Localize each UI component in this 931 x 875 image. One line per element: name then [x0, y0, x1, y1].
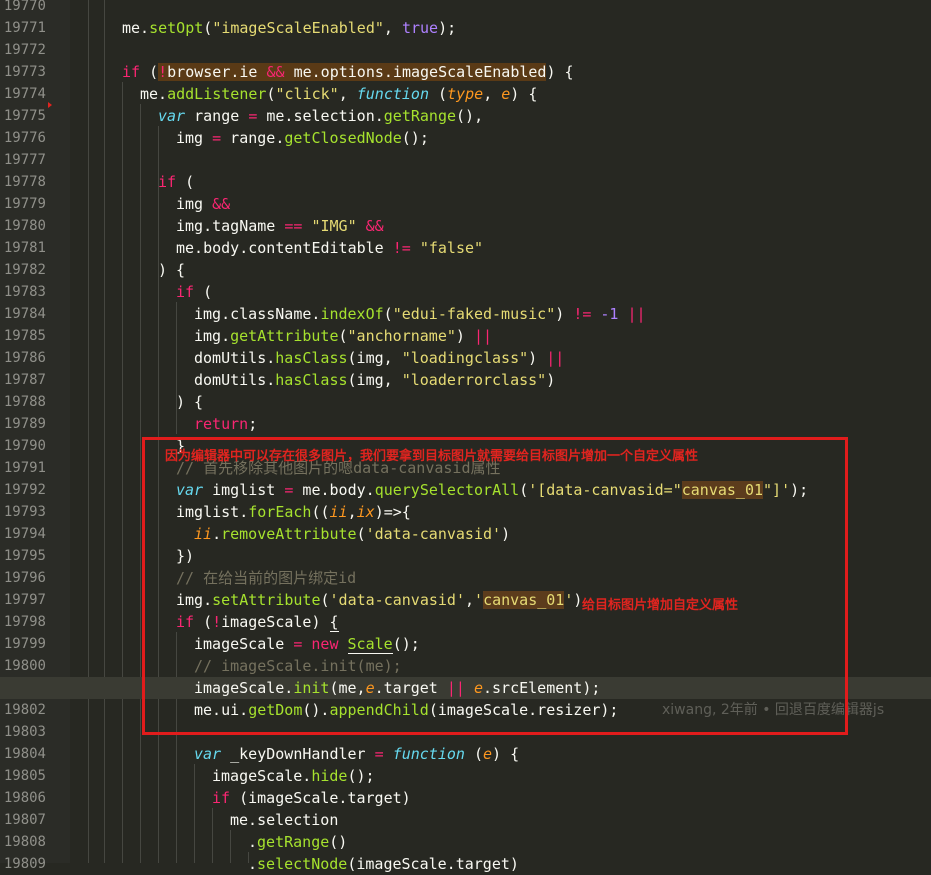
code-line[interactable]: .selectNode(imageScale.target) — [0, 853, 931, 875]
code-line[interactable]: imageScale.hide(); — [0, 765, 931, 787]
code-line[interactable]: domUtils.hasClass(img, "loadingclass") |… — [0, 347, 931, 369]
line-number: 19772 — [3, 42, 46, 58]
code-line[interactable]: img.className.indexOf("edui-faked-music"… — [0, 303, 931, 325]
code-line[interactable]: if (!imageScale) { — [0, 611, 931, 633]
annotation-note: 因为编辑器中可以存在很多图片，我们要拿到目标图片就需要给目标图片增加一个自定义属… — [165, 449, 699, 464]
code-line[interactable]: if (imageScale.target) — [0, 787, 931, 809]
code-line[interactable]: img.getAttribute("anchorname") || — [0, 325, 931, 347]
code-line[interactable]: return; — [0, 413, 931, 435]
annotation-side-note: 给目标图片增加自定义属性 — [582, 598, 739, 613]
code-line[interactable]: img = range.getClosedNode(); — [0, 127, 931, 149]
code-line[interactable]: img.setAttribute('data-canvasid','canvas… — [0, 589, 931, 611]
code-line[interactable]: me.selection — [0, 809, 931, 831]
code-line[interactable]: var _keyDownHandler = function (e) { — [0, 743, 931, 765]
code-line[interactable]: if (!browser.ie && me.options.imageScale… — [0, 61, 931, 83]
code-line[interactable]: if ( — [0, 171, 931, 193]
code-line[interactable]: }) — [0, 545, 931, 567]
code-line[interactable]: me.body.contentEditable != "false" — [0, 237, 931, 259]
code-line[interactable]: ) { — [0, 259, 931, 281]
git-blame-annotation: xiwang, 2年前 • 回退百度编辑器js — [662, 702, 885, 718]
code-line[interactable]: // 在给当前的图片绑定id — [0, 567, 931, 589]
code-line[interactable]: img && — [0, 193, 931, 215]
code-line[interactable]: ) { — [0, 391, 931, 413]
code-line[interactable]: img.tagName == "IMG" && — [0, 215, 931, 237]
code-line[interactable]: if ( — [0, 281, 931, 303]
code-line[interactable]: domUtils.hasClass(img, "loaderrorclass") — [0, 369, 931, 391]
code-line[interactable]: me.setOpt("imageScaleEnabled", true); — [0, 17, 931, 39]
line-number: 19770 — [3, 0, 46, 14]
code-line[interactable]: var imglist = me.body.querySelectorAll('… — [0, 479, 931, 501]
code-line[interactable]: me.addListener("click", function (type, … — [0, 83, 931, 105]
code-line[interactable]: var range = me.selection.getRange(), — [0, 105, 931, 127]
line-number: 19803 — [3, 724, 46, 740]
line-number: 19777 — [3, 152, 46, 168]
code-line[interactable]: .getRange() — [0, 831, 931, 853]
code-line-current[interactable]: imageScale.init(me,e.target || e.srcElem… — [0, 677, 931, 699]
code-line[interactable]: imageScale = new Scale(); — [0, 633, 931, 655]
code-line[interactable]: ii.removeAttribute('data-canvasid') — [0, 523, 931, 545]
code-line[interactable]: // imageScale.init(me); — [0, 655, 931, 677]
code-line[interactable]: imglist.forEach((ii,ix)=>{ — [0, 501, 931, 523]
